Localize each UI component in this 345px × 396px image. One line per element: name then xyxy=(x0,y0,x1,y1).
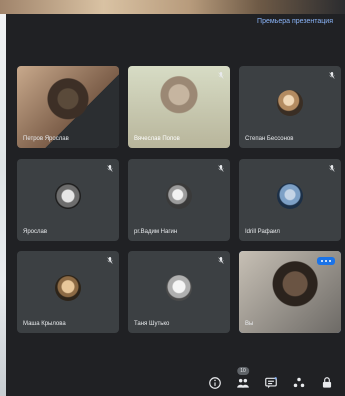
participant-name: Степан Бессонов xyxy=(245,136,294,142)
mic-off-icon xyxy=(329,72,335,79)
participant-name: Петров Ярослав xyxy=(23,136,69,142)
participant-tile[interactable]: Таня Шутько xyxy=(128,251,230,333)
participant-name: pr.Вадим Нагин xyxy=(134,229,178,235)
avatar xyxy=(55,275,81,301)
participant-tile[interactable]: Маша Крылова xyxy=(17,251,119,333)
mic-off-icon xyxy=(218,257,224,264)
participant-name: Вы xyxy=(245,321,254,327)
participant-name: Вячеслав Попов xyxy=(134,136,180,142)
mic-off-icon xyxy=(329,165,335,172)
participant-name: Idrill Рафаил xyxy=(245,229,280,235)
participant-tile[interactable]: Ярослав xyxy=(17,159,119,241)
participant-name: Ярослав xyxy=(23,229,48,235)
self-tile[interactable]: Вы xyxy=(239,251,341,333)
mic-off-icon xyxy=(107,257,113,264)
background-window-strip xyxy=(0,0,345,14)
more-options-button[interactable] xyxy=(317,257,335,265)
avatar xyxy=(55,183,81,209)
avatar xyxy=(166,183,192,209)
people-icon[interactable]: 10 xyxy=(236,367,250,390)
avatar xyxy=(277,183,303,209)
activities-icon[interactable] xyxy=(292,376,306,390)
participant-tile[interactable]: Idrill Рафаил xyxy=(239,159,341,241)
participant-name: Таня Шутько xyxy=(134,321,170,327)
avatar xyxy=(277,90,303,116)
bottom-controls: 10 xyxy=(6,367,345,396)
participant-tile[interactable]: pr.Вадим Нагин xyxy=(128,159,230,241)
participant-tile[interactable]: Степан Бессонов xyxy=(239,66,341,148)
participant-name: Маша Крылова xyxy=(23,321,66,327)
presenting-label[interactable]: Премьера презентация xyxy=(257,18,333,25)
info-icon[interactable] xyxy=(208,376,222,390)
mic-off-icon xyxy=(218,72,224,79)
avatar xyxy=(166,275,192,301)
people-count-badge: 10 xyxy=(237,367,249,375)
chat-icon[interactable] xyxy=(264,376,278,390)
participant-tile[interactable]: Вячеслав Попов xyxy=(128,66,230,148)
participant-tile[interactable]: Петров Ярослав xyxy=(17,66,119,148)
lock-icon[interactable] xyxy=(320,376,334,390)
meeting-stage: Премьера презентация Петров Ярослав Вяче… xyxy=(6,14,345,396)
mic-off-icon xyxy=(218,165,224,172)
mic-off-icon xyxy=(107,165,113,172)
